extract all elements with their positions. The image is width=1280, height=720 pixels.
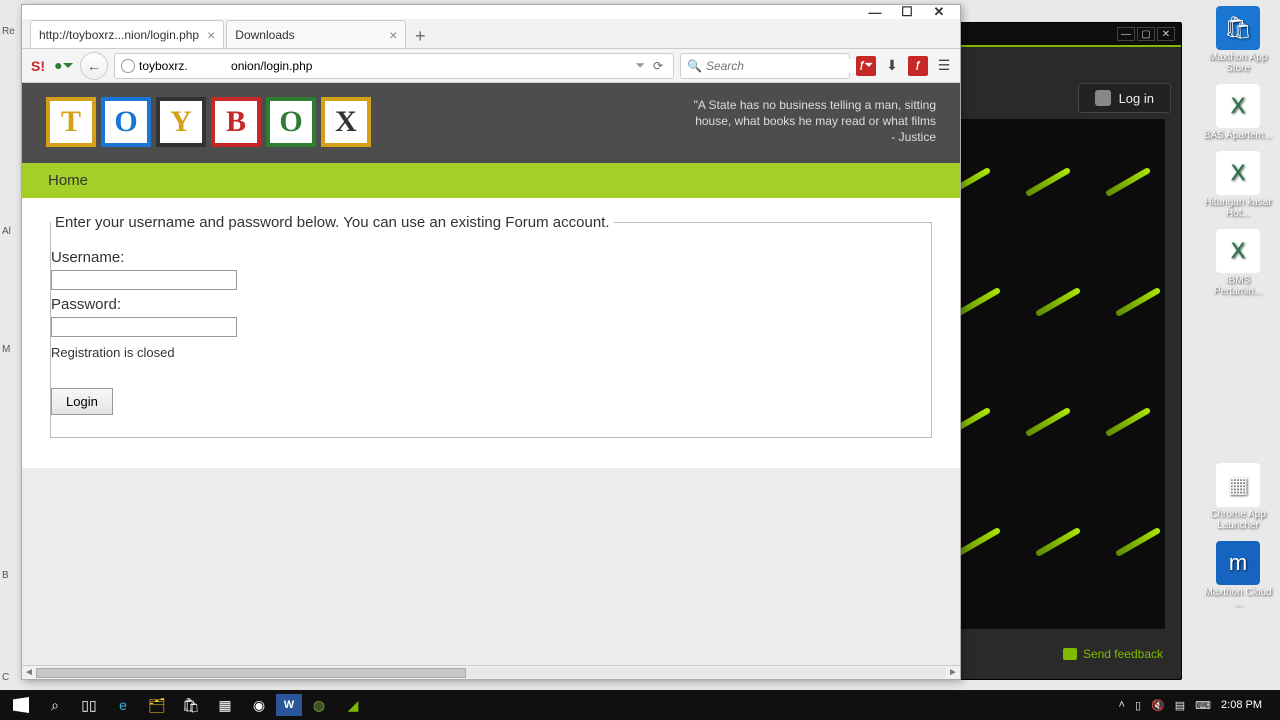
tray-chevron-icon[interactable]: ˄ (1119, 699, 1125, 711)
keyboard-icon[interactable]: ⌨ (1195, 699, 1211, 712)
window-close-button[interactable]: ✕ (932, 5, 946, 19)
globe-icon (121, 59, 135, 73)
search-icon: 🔍 (687, 59, 702, 73)
logo-letter: B (211, 97, 261, 147)
store-icon[interactable]: 🛍 (174, 690, 208, 720)
app-icon[interactable]: ◍ (302, 690, 336, 720)
tab-2[interactable]: Downloads × (226, 20, 406, 48)
clock[interactable]: 2:08 PM (1221, 699, 1262, 711)
extension1-icon[interactable]: S! (28, 56, 48, 76)
start-button[interactable] (4, 690, 38, 720)
back-window-minimize[interactable]: — (1117, 27, 1135, 41)
login-button[interactable]: Login (51, 388, 113, 415)
onion-icon[interactable]: ●⏷ (54, 56, 74, 76)
window-maximize-button[interactable]: ☐ (900, 5, 914, 19)
scrollbar-track[interactable] (36, 668, 946, 678)
desktop-icon-maxthon-cloud[interactable]: mMaxthon Cloud ... (1200, 539, 1276, 611)
scroll-right-icon[interactable]: ► (946, 667, 960, 678)
back-window-maximize[interactable]: ▢ (1137, 27, 1155, 41)
page-content: T O Y B O X "A State has no business tel… (22, 83, 960, 679)
desktop-icon-maxthon-store[interactable]: 🛍Maxthon App Store (1200, 4, 1276, 76)
url-input[interactable] (139, 59, 631, 73)
tab-close-icon[interactable]: × (207, 27, 215, 43)
login-legend: Enter your username and password below. … (51, 214, 614, 231)
battery-icon[interactable]: ▯ (1135, 699, 1141, 712)
header-quote: "A State has no business telling a man, … (694, 97, 936, 147)
site-navbar: Home (22, 163, 960, 198)
logo-letter: T (46, 97, 96, 147)
edge-icon[interactable]: e (106, 690, 140, 720)
search-bar[interactable]: 🔍 (680, 53, 850, 79)
dropdown-icon[interactable]: ⏷ (635, 58, 645, 73)
logo-letter: X (321, 97, 371, 147)
logo-letter: Y (156, 97, 206, 147)
volume-icon[interactable]: 🔇 (1151, 699, 1165, 712)
horizontal-scrollbar[interactable]: ◄ ► (22, 665, 960, 679)
scroll-left-icon[interactable]: ◄ (22, 667, 36, 678)
download-icon[interactable]: ⬇ (882, 56, 902, 76)
taskbar-search-icon[interactable]: ⌕ (38, 690, 72, 720)
browser-toolbar: S! ●⏷ ← ⏷ ⟳ 🔍 ƒ⏷ ⬇ ƒ ☰ (22, 49, 960, 83)
window-minimize-button[interactable]: — (868, 5, 882, 19)
send-feedback-link[interactable]: Send feedback (1063, 647, 1163, 661)
menu-icon[interactable]: ☰ (934, 56, 954, 76)
registration-closed-text: Registration is closed (51, 345, 931, 360)
store-icon: 🛍 (1216, 6, 1260, 50)
task-view-icon[interactable]: ▯▯ (72, 690, 106, 720)
apps-icon: ▦ (1216, 463, 1260, 507)
desktop-icon-chrome-launcher[interactable]: ▦Chrome App Launcher (1200, 461, 1276, 533)
logo-letter: O (101, 97, 151, 147)
user-icon (1095, 90, 1111, 106)
username-label: Username: (51, 249, 931, 266)
flash2-icon[interactable]: ƒ (908, 56, 928, 76)
desktop-icon-hitungan[interactable]: XHitungan kasar Hot... (1200, 149, 1276, 221)
excel-icon: X (1216, 84, 1260, 128)
flash-icon[interactable]: ƒ⏷ (856, 56, 876, 76)
nvidia-icon[interactable]: ◢ (336, 690, 370, 720)
search-input[interactable] (706, 59, 863, 73)
back-button[interactable]: ← (80, 52, 108, 80)
login-fieldset: Enter your username and password below. … (50, 214, 932, 438)
excel-icon: X (1216, 229, 1260, 273)
chat-icon (1063, 648, 1077, 660)
firefox-titlebar: — ☐ ✕ (22, 5, 960, 19)
tab-strip: http://toyboxrz...nion/login.php × Downl… (22, 19, 960, 49)
system-tray: ˄ ▯ 🔇 ▤ ⌨ 2:08 PM (1119, 699, 1276, 712)
username-input[interactable] (51, 270, 237, 290)
notification-icon[interactable]: ▤ (1175, 699, 1185, 712)
desktop-icon-ibms[interactable]: XIBMS Pertamin... (1200, 227, 1276, 299)
password-label: Password: (51, 296, 931, 313)
desktop-icon-bas[interactable]: XBAS Apartem... (1200, 82, 1276, 143)
word-icon[interactable]: W (276, 694, 302, 716)
firefox-window: — ☐ ✕ http://toyboxrz...nion/login.php ×… (21, 4, 961, 680)
reload-icon[interactable]: ⟳ (649, 59, 667, 73)
calculator-icon[interactable]: ▦ (208, 690, 242, 720)
tab-1[interactable]: http://toyboxrz...nion/login.php × (30, 20, 224, 48)
taskbar: ⌕ ▯▯ e 🗂 🛍 ▦ ◉ W ◍ ◢ ˄ ▯ 🔇 ▤ ⌨ 2:08 PM (0, 690, 1280, 720)
back-window-login-button[interactable]: Log in (1078, 83, 1171, 113)
address-bar[interactable]: ⏷ ⟳ (114, 53, 674, 79)
file-explorer-icon[interactable]: 🗂 (140, 690, 174, 720)
login-label: Log in (1119, 91, 1154, 106)
password-input[interactable] (51, 317, 237, 337)
maxthon-icon: m (1216, 541, 1260, 585)
desktop-icons: 🛍Maxthon App Store XBAS Apartem... XHitu… (1200, 4, 1276, 611)
feedback-label: Send feedback (1083, 647, 1163, 661)
site-logo[interactable]: T O Y B O X (46, 97, 371, 147)
excel-icon: X (1216, 151, 1260, 195)
back-window-close[interactable]: ✕ (1157, 27, 1175, 41)
tab-close-icon[interactable]: × (389, 27, 397, 43)
logo-letter: O (266, 97, 316, 147)
new-tab-button[interactable]: + (408, 24, 432, 48)
tab-title: Downloads (235, 28, 294, 42)
chrome-icon[interactable]: ◉ (242, 690, 276, 720)
site-header: T O Y B O X "A State has no business tel… (22, 83, 960, 163)
tab-title: http://toyboxrz...nion/login.php (39, 28, 199, 42)
login-panel: Enter your username and password below. … (22, 198, 960, 468)
nav-home-link[interactable]: Home (48, 172, 88, 189)
scrollbar-thumb[interactable] (36, 668, 466, 678)
